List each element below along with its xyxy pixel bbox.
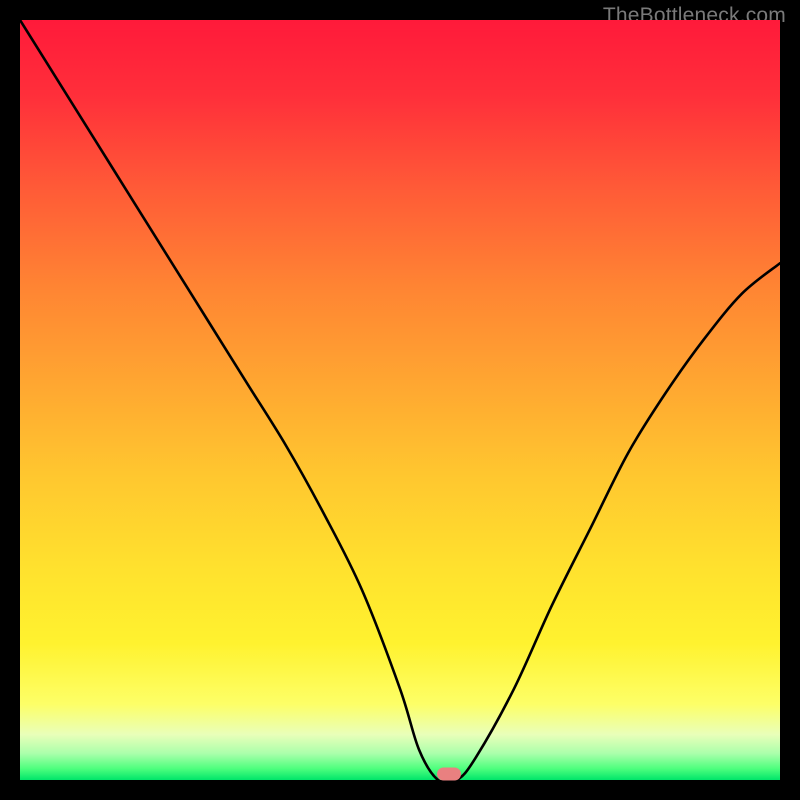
chart-frame: TheBottleneck.com [0,0,800,800]
optimal-marker [437,767,461,780]
bottleneck-curve [20,20,780,780]
gradient-plot-area [20,20,780,780]
